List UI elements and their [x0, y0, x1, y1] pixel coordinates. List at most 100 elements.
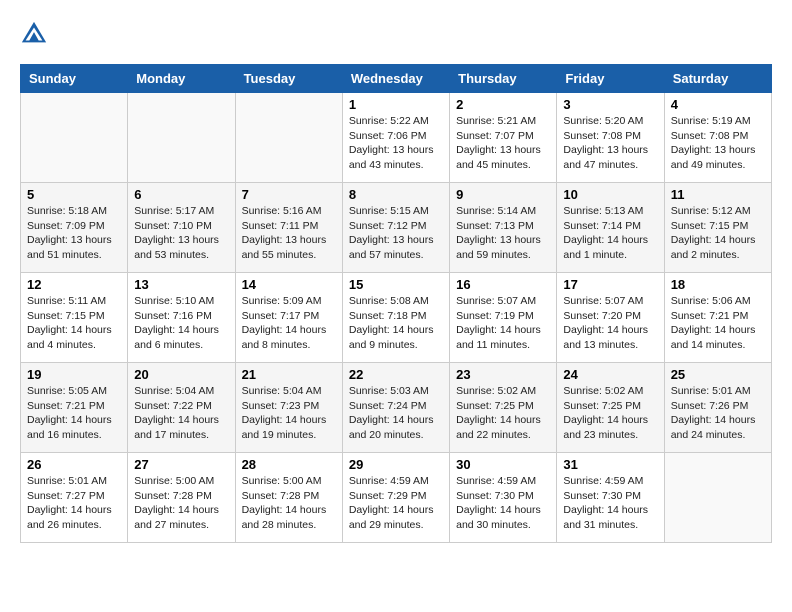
day-info: Sunrise: 5:16 AMSunset: 7:11 PMDaylight:…	[242, 204, 336, 263]
calendar-cell: 5 Sunrise: 5:18 AMSunset: 7:09 PMDaylight…	[21, 183, 128, 273]
day-number: 16	[456, 277, 550, 292]
day-info: Sunrise: 5:05 AMSunset: 7:21 PMDaylight:…	[27, 384, 121, 443]
calendar-cell: 4 Sunrise: 5:19 AMSunset: 7:08 PMDaylight…	[664, 93, 771, 183]
calendar-week-row: 12 Sunrise: 5:11 AMSunset: 7:15 PMDayligh…	[21, 273, 772, 363]
day-info: Sunrise: 5:00 AMSunset: 7:28 PMDaylight:…	[134, 474, 228, 533]
calendar-cell: 13 Sunrise: 5:10 AMSunset: 7:16 PMDayligh…	[128, 273, 235, 363]
day-info: Sunrise: 5:21 AMSunset: 7:07 PMDaylight:…	[456, 114, 550, 173]
day-number: 21	[242, 367, 336, 382]
day-info: Sunrise: 5:07 AMSunset: 7:20 PMDaylight:…	[563, 294, 657, 353]
day-info: Sunrise: 5:08 AMSunset: 7:18 PMDaylight:…	[349, 294, 443, 353]
weekday-header: Thursday	[450, 65, 557, 93]
weekday-header: Sunday	[21, 65, 128, 93]
day-number: 29	[349, 457, 443, 472]
calendar-cell	[235, 93, 342, 183]
calendar-cell: 29 Sunrise: 4:59 AMSunset: 7:29 PMDayligh…	[342, 453, 449, 543]
day-number: 7	[242, 187, 336, 202]
day-number: 19	[27, 367, 121, 382]
day-info: Sunrise: 5:13 AMSunset: 7:14 PMDaylight:…	[563, 204, 657, 263]
day-number: 31	[563, 457, 657, 472]
calendar-cell: 26Sunrise: 5:01 AMSunset: 7:27 PMDayligh…	[21, 453, 128, 543]
day-number: 24	[563, 367, 657, 382]
calendar-cell: 3 Sunrise: 5:20 AMSunset: 7:08 PMDaylight…	[557, 93, 664, 183]
calendar-cell: 20 Sunrise: 5:04 AMSunset: 7:22 PMDayligh…	[128, 363, 235, 453]
day-info: Sunrise: 5:06 AMSunset: 7:21 PMDaylight:…	[671, 294, 765, 353]
day-number: 23	[456, 367, 550, 382]
calendar-cell: 25 Sunrise: 5:01 AMSunset: 7:26 PMDayligh…	[664, 363, 771, 453]
weekday-header: Friday	[557, 65, 664, 93]
day-info: Sunrise: 5:20 AMSunset: 7:08 PMDaylight:…	[563, 114, 657, 173]
calendar-week-row: 1 Sunrise: 5:22 AMSunset: 7:06 PMDaylight…	[21, 93, 772, 183]
calendar-cell	[21, 93, 128, 183]
day-info: Sunrise: 5:17 AMSunset: 7:10 PMDaylight:…	[134, 204, 228, 263]
day-info: Sunrise: 5:04 AMSunset: 7:22 PMDaylight:…	[134, 384, 228, 443]
day-number: 2	[456, 97, 550, 112]
calendar-cell: 22Sunrise: 5:03 AMSunset: 7:24 PMDayligh…	[342, 363, 449, 453]
day-info: Sunrise: 5:10 AMSunset: 7:16 PMDaylight:…	[134, 294, 228, 353]
day-number: 18	[671, 277, 765, 292]
calendar-cell: 11Sunrise: 5:12 AMSunset: 7:15 PMDayligh…	[664, 183, 771, 273]
day-number: 22	[349, 367, 443, 382]
calendar-cell: 17 Sunrise: 5:07 AMSunset: 7:20 PMDayligh…	[557, 273, 664, 363]
day-info: Sunrise: 5:00 AMSunset: 7:28 PMDaylight:…	[242, 474, 336, 533]
day-number: 11	[671, 187, 765, 202]
calendar-week-row: 19 Sunrise: 5:05 AMSunset: 7:21 PMDayligh…	[21, 363, 772, 453]
day-number: 13	[134, 277, 228, 292]
day-info: Sunrise: 5:18 AMSunset: 7:09 PMDaylight:…	[27, 204, 121, 263]
weekday-header: Tuesday	[235, 65, 342, 93]
day-info: Sunrise: 5:15 AMSunset: 7:12 PMDaylight:…	[349, 204, 443, 263]
day-info: Sunrise: 5:09 AMSunset: 7:17 PMDaylight:…	[242, 294, 336, 353]
calendar-cell	[664, 453, 771, 543]
calendar-cell: 18 Sunrise: 5:06 AMSunset: 7:21 PMDayligh…	[664, 273, 771, 363]
day-number: 9	[456, 187, 550, 202]
logo-icon	[20, 20, 48, 48]
calendar-cell	[128, 93, 235, 183]
day-info: Sunrise: 5:07 AMSunset: 7:19 PMDaylight:…	[456, 294, 550, 353]
weekday-header: Saturday	[664, 65, 771, 93]
calendar-cell: 27 Sunrise: 5:00 AMSunset: 7:28 PMDayligh…	[128, 453, 235, 543]
calendar-cell: 24 Sunrise: 5:02 AMSunset: 7:25 PMDayligh…	[557, 363, 664, 453]
day-number: 14	[242, 277, 336, 292]
day-number: 6	[134, 187, 228, 202]
day-info: Sunrise: 5:22 AMSunset: 7:06 PMDaylight:…	[349, 114, 443, 173]
calendar-cell: 14 Sunrise: 5:09 AMSunset: 7:17 PMDayligh…	[235, 273, 342, 363]
calendar-cell: 10Sunrise: 5:13 AMSunset: 7:14 PMDayligh…	[557, 183, 664, 273]
day-number: 17	[563, 277, 657, 292]
day-info: Sunrise: 5:19 AMSunset: 7:08 PMDaylight:…	[671, 114, 765, 173]
calendar-cell: 23 Sunrise: 5:02 AMSunset: 7:25 PMDayligh…	[450, 363, 557, 453]
day-number: 26	[27, 457, 121, 472]
day-info: Sunrise: 5:01 AMSunset: 7:26 PMDaylight:…	[671, 384, 765, 443]
weekday-header: Wednesday	[342, 65, 449, 93]
day-number: 27	[134, 457, 228, 472]
day-number: 3	[563, 97, 657, 112]
calendar-cell: 16 Sunrise: 5:07 AMSunset: 7:19 PMDayligh…	[450, 273, 557, 363]
calendar-cell: 2 Sunrise: 5:21 AMSunset: 7:07 PMDaylight…	[450, 93, 557, 183]
day-number: 25	[671, 367, 765, 382]
day-info: Sunrise: 5:02 AMSunset: 7:25 PMDaylight:…	[563, 384, 657, 443]
calendar-cell: 21 Sunrise: 5:04 AMSunset: 7:23 PMDayligh…	[235, 363, 342, 453]
day-info: Sunrise: 4:59 AMSunset: 7:29 PMDaylight:…	[349, 474, 443, 533]
day-number: 15	[349, 277, 443, 292]
day-info: Sunrise: 5:11 AMSunset: 7:15 PMDaylight:…	[27, 294, 121, 353]
calendar-cell: 6 Sunrise: 5:17 AMSunset: 7:10 PMDaylight…	[128, 183, 235, 273]
day-info: Sunrise: 5:02 AMSunset: 7:25 PMDaylight:…	[456, 384, 550, 443]
calendar-cell: 7 Sunrise: 5:16 AMSunset: 7:11 PMDaylight…	[235, 183, 342, 273]
day-number: 8	[349, 187, 443, 202]
day-number: 20	[134, 367, 228, 382]
calendar-cell: 12 Sunrise: 5:11 AMSunset: 7:15 PMDayligh…	[21, 273, 128, 363]
day-info: Sunrise: 4:59 AMSunset: 7:30 PMDaylight:…	[456, 474, 550, 533]
calendar-week-row: 5 Sunrise: 5:18 AMSunset: 7:09 PMDaylight…	[21, 183, 772, 273]
day-number: 4	[671, 97, 765, 112]
calendar-cell: 1 Sunrise: 5:22 AMSunset: 7:06 PMDaylight…	[342, 93, 449, 183]
day-number: 1	[349, 97, 443, 112]
weekday-header: Monday	[128, 65, 235, 93]
logo	[20, 20, 52, 48]
day-info: Sunrise: 5:04 AMSunset: 7:23 PMDaylight:…	[242, 384, 336, 443]
calendar-cell: 31Sunrise: 4:59 AMSunset: 7:30 PMDayligh…	[557, 453, 664, 543]
day-number: 28	[242, 457, 336, 472]
day-number: 12	[27, 277, 121, 292]
calendar-week-row: 26Sunrise: 5:01 AMSunset: 7:27 PMDayligh…	[21, 453, 772, 543]
page-header	[20, 20, 772, 48]
calendar-cell: 28 Sunrise: 5:00 AMSunset: 7:28 PMDayligh…	[235, 453, 342, 543]
day-number: 5	[27, 187, 121, 202]
